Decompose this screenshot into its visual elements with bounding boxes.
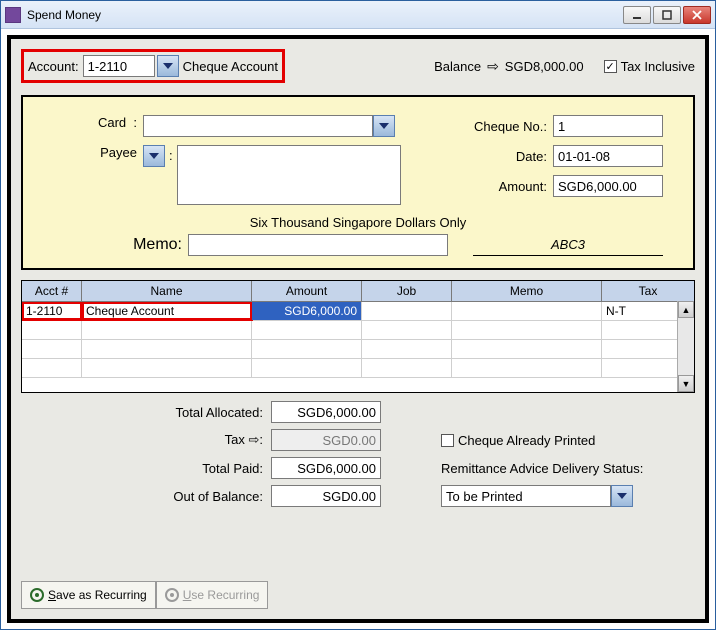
memo-label: Memo:	[53, 236, 188, 254]
scroll-up-button[interactable]: ▲	[678, 301, 694, 318]
balance-arrow-icon[interactable]: ⇨	[487, 58, 499, 75]
cell-memo[interactable]	[452, 302, 602, 320]
amount-input[interactable]	[553, 175, 663, 197]
date-input[interactable]	[553, 145, 663, 167]
balance-label: Balance	[434, 59, 481, 74]
tax-label: Tax	[225, 432, 245, 447]
cell-acct[interactable]: 1-2110	[22, 302, 82, 320]
col-memo[interactable]: Memo	[452, 281, 602, 301]
cheque-no-label: Cheque No.:	[474, 119, 553, 134]
save-as-recurring-button[interactable]: Save as Recurring	[21, 581, 156, 609]
save-recurring-text: ave as Recurring	[56, 588, 147, 602]
titlebar: Spend Money	[1, 1, 715, 29]
out-of-balance-label: Out of Balance:	[21, 489, 271, 504]
maximize-button[interactable]	[653, 6, 681, 24]
cheque-no-input[interactable]	[553, 115, 663, 137]
remittance-select[interactable]	[441, 485, 611, 507]
cell-name[interactable]: Cheque Account	[82, 302, 252, 320]
close-button[interactable]	[683, 6, 711, 24]
remittance-dropdown-button[interactable]	[611, 485, 633, 507]
account-dropdown-button[interactable]	[157, 55, 179, 77]
card-input[interactable]	[143, 115, 373, 137]
total-allocated-value	[271, 401, 381, 423]
cheque-printed-checkbox[interactable]	[441, 434, 454, 447]
total-paid-label: Total Paid:	[21, 461, 271, 476]
payee-dropdown-button[interactable]	[143, 145, 165, 167]
col-job[interactable]: Job	[362, 281, 452, 301]
amount-label: Amount:	[499, 179, 553, 194]
col-amount[interactable]: Amount	[252, 281, 362, 301]
app-icon	[5, 7, 21, 23]
tax-value	[271, 429, 381, 451]
col-tax[interactable]: Tax	[602, 281, 694, 301]
reference-line: ABC3	[473, 234, 663, 256]
recurring-icon	[30, 588, 44, 602]
cheque-printed-label: Cheque Already Printed	[458, 433, 595, 448]
tax-inclusive-label: Tax Inclusive	[621, 59, 695, 74]
card-label: Card	[98, 115, 126, 130]
account-label: Account:	[28, 59, 79, 74]
table-row[interactable]	[22, 340, 694, 359]
memo-input[interactable]	[188, 234, 448, 256]
card-dropdown-button[interactable]	[373, 115, 395, 137]
cell-amount[interactable]: SGD6,000.00	[252, 302, 362, 320]
table-row[interactable]: 1-2110 Cheque Account SGD6,000.00 N-T	[22, 302, 694, 321]
minimize-button[interactable]	[623, 6, 651, 24]
account-input[interactable]	[83, 55, 155, 77]
col-name[interactable]: Name	[82, 281, 252, 301]
cheque-panel: Card : Cheque No.: Payee : Date:	[21, 95, 695, 270]
payee-label: Payee	[100, 145, 137, 160]
total-paid-value	[271, 457, 381, 479]
account-name: Cheque Account	[183, 59, 278, 74]
total-allocated-label: Total Allocated:	[21, 405, 271, 420]
recurring-icon	[165, 588, 179, 602]
spend-money-window: Spend Money Account: Cheque Account Bala…	[0, 0, 716, 630]
window-title: Spend Money	[27, 8, 623, 22]
table-row[interactable]	[22, 359, 694, 378]
amount-in-words: Six Thousand Singapore Dollars Only	[53, 215, 663, 230]
date-label: Date:	[516, 149, 553, 164]
col-acct[interactable]: Acct #	[22, 281, 82, 301]
tax-inclusive-checkbox[interactable]: ✓	[604, 60, 617, 73]
balance-value: SGD8,000.00	[505, 59, 584, 74]
table-scrollbar[interactable]: ▲ ▼	[677, 301, 694, 392]
allocation-table: Acct # Name Amount Job Memo Tax 1-2110 C…	[21, 280, 695, 393]
cell-job[interactable]	[362, 302, 452, 320]
use-recurring-button[interactable]: Use Recurring	[156, 581, 269, 609]
out-of-balance-value	[271, 485, 381, 507]
account-highlight: Account: Cheque Account	[21, 49, 285, 83]
scroll-down-button[interactable]: ▼	[678, 375, 694, 392]
payee-input[interactable]	[177, 145, 401, 205]
table-row[interactable]	[22, 321, 694, 340]
remittance-label: Remittance Advice Delivery Status:	[441, 461, 643, 476]
tax-arrow-icon[interactable]: ⇨	[248, 432, 259, 447]
use-recurring-text: se Recurring	[191, 588, 259, 602]
